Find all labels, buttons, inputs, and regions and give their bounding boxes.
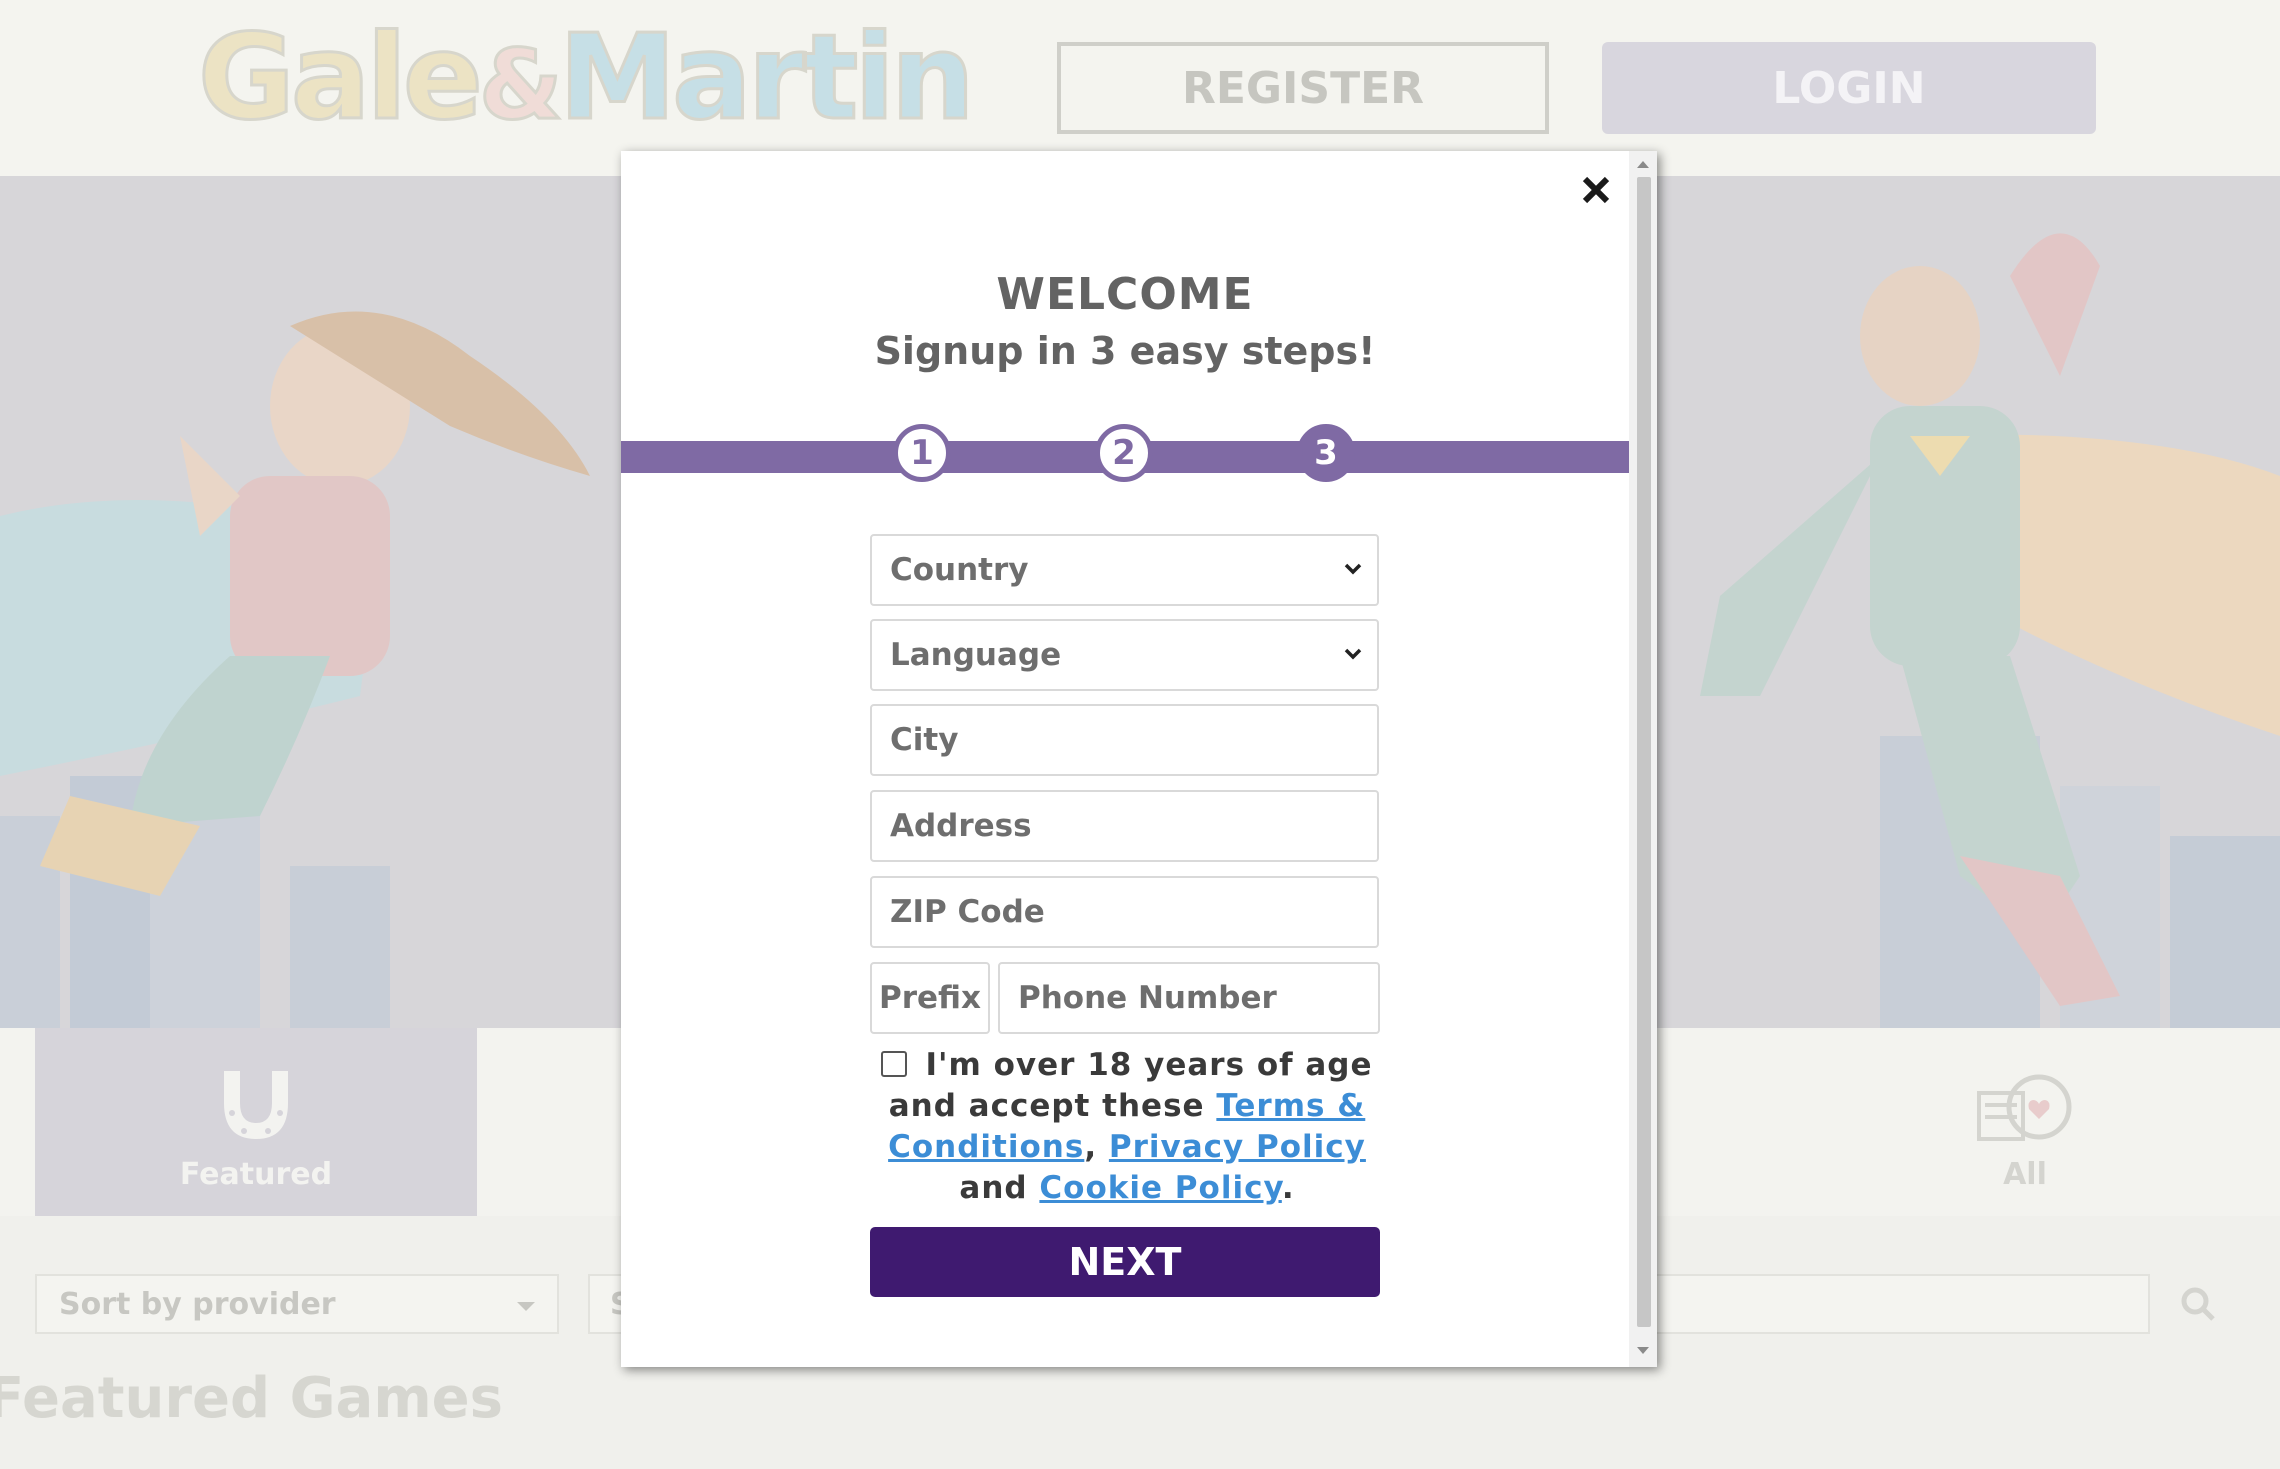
modal-scrollbar[interactable] xyxy=(1629,151,1657,1367)
terms-separator: , xyxy=(1084,1129,1098,1165)
chevron-down-icon xyxy=(1344,648,1362,660)
language-select[interactable]: Language xyxy=(870,619,1379,691)
next-button[interactable]: NEXT xyxy=(870,1227,1380,1297)
site-header: Gale&Martin REGISTER LOGIN xyxy=(0,0,2280,176)
category-featured[interactable]: Featured xyxy=(35,1028,477,1216)
game-search-input[interactable] xyxy=(1650,1274,2150,1334)
login-button[interactable]: LOGIN xyxy=(1602,42,2096,134)
zip-code-placeholder: ZIP Code xyxy=(890,894,1045,930)
sort-by-provider-select[interactable]: Sort by provider xyxy=(35,1274,559,1334)
horseshoe-icon xyxy=(224,1071,288,1139)
category-featured-label: Featured xyxy=(179,1157,333,1192)
sort-by-provider-label: Sort by provider xyxy=(59,1286,336,1322)
modal-title: WELCOME xyxy=(996,269,1254,320)
terms-and-text: and xyxy=(959,1170,1028,1206)
close-modal-button[interactable] xyxy=(1571,165,1621,215)
cookie-policy-link[interactable]: Cookie Policy xyxy=(1039,1170,1281,1206)
all-games-icon xyxy=(1977,1074,2072,1141)
featured-games-heading: Featured Games xyxy=(0,1366,503,1431)
step-3-indicator: 3 xyxy=(1297,424,1355,482)
category-all[interactable]: All xyxy=(1970,1028,2080,1216)
language-select-value: Language xyxy=(890,637,1062,673)
terms-end: . xyxy=(1281,1170,1295,1206)
category-all-label: All xyxy=(2003,1157,2047,1192)
phone-prefix-field[interactable]: Prefix xyxy=(870,962,990,1034)
address-placeholder: Address xyxy=(890,808,1032,844)
search-icon[interactable] xyxy=(2180,1286,2216,1322)
step-2-indicator: 2 xyxy=(1095,424,1153,482)
close-icon xyxy=(1582,176,1610,204)
scrollbar-thumb[interactable] xyxy=(1637,177,1651,1327)
phone-number-field[interactable]: Phone Number xyxy=(998,962,1380,1034)
modal-subtitle: Signup in 3 easy steps! xyxy=(874,329,1376,373)
country-select-value: Country xyxy=(890,552,1029,588)
caret-down-icon xyxy=(517,1302,535,1311)
phone-number-placeholder: Phone Number xyxy=(1018,980,1277,1016)
step-1-indicator: 1 xyxy=(893,424,951,482)
register-button[interactable]: REGISTER xyxy=(1057,42,1549,134)
site-logo[interactable]: Gale&Martin xyxy=(197,17,977,144)
address-field[interactable]: Address xyxy=(870,790,1379,862)
privacy-policy-link[interactable]: Privacy Policy xyxy=(1109,1129,1366,1165)
phone-prefix-placeholder: Prefix xyxy=(878,980,981,1016)
signup-modal: WELCOME Signup in 3 easy steps! 1 2 3 Co… xyxy=(621,151,1657,1367)
country-select[interactable]: Country xyxy=(870,534,1379,606)
city-placeholder: City xyxy=(890,722,959,758)
zip-code-field[interactable]: ZIP Code xyxy=(870,876,1379,948)
scroll-up-arrow-icon[interactable] xyxy=(1637,161,1649,168)
chevron-down-icon xyxy=(1344,563,1362,575)
terms-consent: I'm over 18 years of age and accept thes… xyxy=(867,1045,1387,1209)
city-field[interactable]: City xyxy=(870,704,1379,776)
age-terms-checkbox[interactable] xyxy=(881,1051,908,1077)
scroll-down-arrow-icon[interactable] xyxy=(1637,1347,1649,1354)
